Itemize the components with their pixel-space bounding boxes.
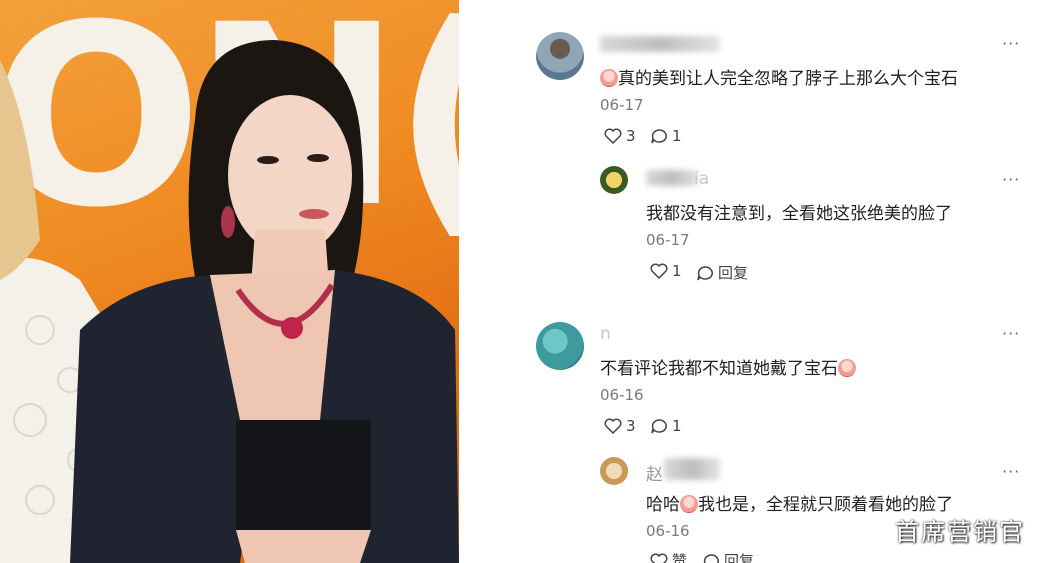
emoji-icon [680,495,698,513]
reply-button[interactable]: 1 [650,417,682,435]
reply-date: 06-17 [646,231,690,249]
reply-button[interactable]: 1 [650,127,682,145]
avatar[interactable] [536,322,584,370]
reply-username[interactable]: ia [694,169,709,189]
like-count: 1 [672,262,682,280]
emoji-icon [600,69,618,87]
photo-illustration [0,40,459,563]
gap-panel [459,0,505,563]
avatar[interactable] [536,32,584,80]
heart-icon [604,128,622,144]
comment-bubble-icon [703,553,719,563]
more-options-icon[interactable]: ··· [1002,34,1020,53]
comment-username[interactable]: n [600,324,611,344]
like-button[interactable]: 3 [604,417,636,435]
comment-body: 真的美到让人完全忽略了脖子上那么大个宝石 [618,69,958,89]
reply-label: 回复 [724,552,755,563]
like-label: 赞 [672,552,688,563]
like-button[interactable]: 3 [604,127,636,145]
username-blurred[interactable] [646,170,698,186]
reply-prefix: 哈哈 [646,495,680,515]
like-count: 3 [626,417,636,435]
comment-date: 06-17 [600,96,644,114]
reply-button[interactable]: 回复 [696,262,748,283]
emoji-icon [838,359,856,377]
avatar[interactable] [600,457,628,485]
more-options-icon[interactable]: ··· [1002,462,1020,481]
reply-button[interactable]: 回复 [702,550,754,563]
comment-text: 不看评论我都不知道她戴了宝石 [600,354,856,379]
comment-bubble-icon [697,265,713,280]
avatar[interactable] [600,166,628,194]
celebrity-photo: ON( [0,0,459,563]
watermark: 首席营销官 [895,518,1025,546]
like-button[interactable]: 赞 [650,550,687,563]
heart-icon [604,418,622,434]
comment-date: 06-16 [600,386,644,404]
reply-label: 回复 [718,264,749,282]
more-options-icon[interactable]: ··· [1002,170,1020,189]
comment-text: 真的美到让人完全忽略了脖子上那么大个宝石 [600,64,958,89]
comment-bubble-icon [651,419,667,434]
reply-date: 06-16 [646,522,690,540]
reply-count: 1 [672,127,682,145]
username-blurred[interactable] [600,36,720,52]
comment-bubble-icon [651,129,667,144]
heart-icon [650,553,668,563]
heart-icon [650,263,668,279]
username-blurred[interactable] [664,458,720,480]
reply-count: 1 [672,417,682,435]
like-count: 3 [626,127,636,145]
reply-username[interactable]: 赵 [646,460,663,485]
like-button[interactable]: 1 [650,262,682,280]
reply-text: 我都没有注意到，全看她这张绝美的脸了 [646,204,952,224]
more-options-icon[interactable]: ··· [1002,324,1020,343]
comment-body: 不看评论我都不知道她戴了宝石 [600,359,838,379]
